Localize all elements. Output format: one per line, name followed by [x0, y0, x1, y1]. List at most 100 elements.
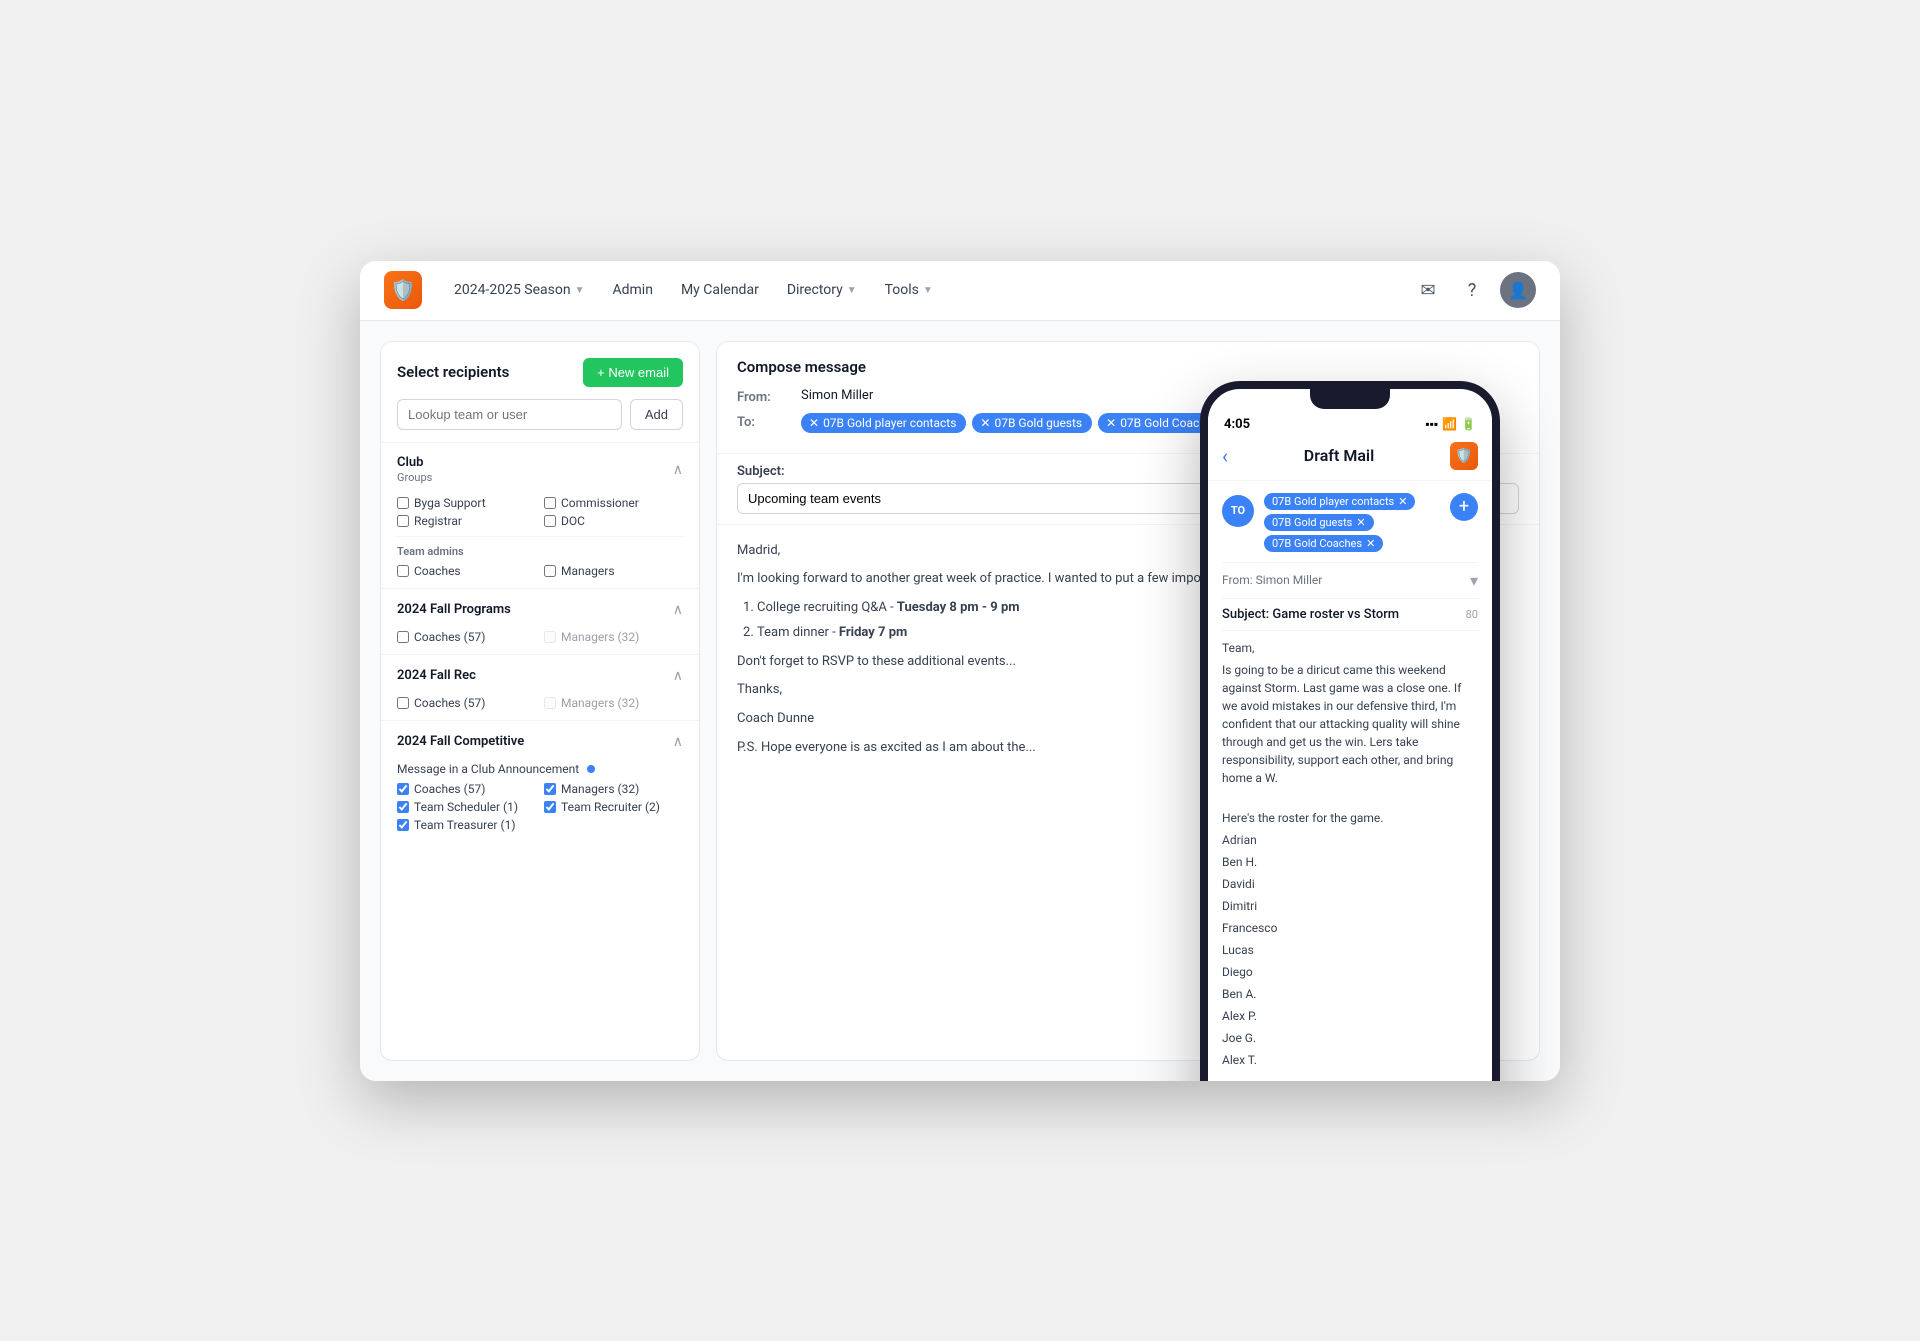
panel-header: Select recipients + New email	[381, 342, 699, 399]
fall-programs-header[interactable]: 2024 Fall Programs ∧	[381, 589, 699, 626]
directory-chevron-icon: ▼	[847, 285, 857, 296]
phone-tag-x-1[interactable]: ✕	[1398, 495, 1407, 508]
fall-programs-grid: Coaches (57) Managers (32)	[397, 630, 683, 644]
nav-right: ✉ ? 👤	[1412, 272, 1536, 308]
season-chevron-icon: ▼	[575, 285, 585, 296]
club-collapse-button[interactable]: ∧	[673, 461, 683, 478]
from-value: Simon Miller	[801, 388, 873, 403]
tag-label-1: 07B Gold player contacts	[823, 416, 956, 430]
fall-programs-section: 2024 Fall Programs ∧ Coaches (57) Manage…	[381, 588, 699, 654]
phone-time: 4:05	[1224, 417, 1250, 432]
list-item[interactable]: Coaches (57)	[397, 696, 536, 710]
club-group-section: Club Groups ∧ Byga Support Commissioner	[381, 442, 699, 588]
phone-back-button[interactable]: ‹	[1222, 444, 1228, 468]
fall-rec-name: 2024 Fall Rec	[397, 668, 476, 683]
nav-links: 2024-2025 Season ▼ Admin My Calendar Dir…	[442, 276, 1392, 304]
phone-roster-joe-g: Joe G.	[1222, 1029, 1478, 1047]
list-item[interactable]: Team Recruiter (2)	[544, 800, 683, 814]
nav-tools[interactable]: Tools ▼	[873, 276, 945, 304]
club-group-content: Byga Support Commissioner Registrar DOC	[381, 492, 699, 588]
list-item[interactable]: Registrar	[397, 514, 536, 528]
help-icon-btn[interactable]: ?	[1456, 274, 1488, 306]
list-item[interactable]: DOC	[544, 514, 683, 528]
phone-roster-label: Here's the roster for the game.	[1222, 809, 1478, 827]
phone-roster-alex-p: Alex P.	[1222, 1007, 1478, 1025]
fall-competitive-header[interactable]: 2024 Fall Competitive ∧	[381, 721, 699, 758]
list-item[interactable]: Coaches (57)	[397, 630, 536, 644]
phone-to-avatar: TO	[1222, 495, 1254, 527]
phone-subject-row: Subject: Game roster vs Storm 80	[1222, 598, 1478, 630]
left-panel: Select recipients + New email Add Club G…	[380, 341, 700, 1061]
fall-competitive-content: Message in a Club Announcement Coaches (…	[381, 758, 699, 842]
new-email-button[interactable]: + New email	[583, 358, 683, 387]
list-item[interactable]: Coaches (57)	[397, 782, 536, 796]
recipient-tag-2: ✕ 07B Gold guests	[972, 413, 1092, 433]
phone-overlay: 4:05 ▪▪▪ 📶 🔋 ‹ Draft Mail 🛡️ TO 07B Gold…	[1200, 381, 1500, 1081]
fall-rec-header[interactable]: 2024 Fall Rec ∧	[381, 655, 699, 692]
fall-competitive-section: 2024 Fall Competitive ∧ Message in a Clu…	[381, 720, 699, 842]
list-item[interactable]: Commissioner	[544, 496, 683, 510]
add-button[interactable]: Add	[630, 399, 683, 430]
fall-rec-collapse[interactable]: ∧	[673, 667, 683, 684]
panel-title: Select recipients	[397, 363, 509, 381]
app-logo: 🛡️	[384, 271, 422, 309]
recipient-tag-1: ✕ 07B Gold player contacts	[801, 413, 966, 433]
list-item[interactable]: Managers	[544, 564, 683, 578]
list-item[interactable]: Managers (32)	[544, 782, 683, 796]
tag-x-2[interactable]: ✕	[980, 416, 990, 430]
list-item[interactable]: Team Treasurer (1)	[397, 818, 536, 832]
list-item[interactable]: Managers (32)	[544, 696, 683, 710]
battery-icon: 🔋	[1461, 417, 1476, 431]
nav-directory[interactable]: Directory ▼	[775, 276, 869, 304]
team-admins-label: Team admins	[397, 545, 683, 558]
phone-status-bar: 4:05 ▪▪▪ 📶 🔋	[1208, 409, 1492, 436]
list-item[interactable]: Coaches	[397, 564, 536, 578]
email-icon-btn[interactable]: ✉	[1412, 274, 1444, 306]
nav-admin[interactable]: Admin	[601, 276, 665, 304]
phone-roster-ben-a: Ben A.	[1222, 985, 1478, 1003]
phone-to-tags: 07B Gold player contacts ✕ 07B Gold gues…	[1264, 493, 1440, 552]
search-input[interactable]	[397, 399, 622, 430]
main-content: Select recipients + New email Add Club G…	[360, 321, 1560, 1081]
club-groups-grid: Byga Support Commissioner Registrar DOC	[397, 496, 683, 528]
club-group-name: Club	[397, 455, 432, 470]
fall-programs-collapse[interactable]: ∧	[673, 601, 683, 618]
tag-x-1[interactable]: ✕	[809, 416, 819, 430]
phone-roster-ben-h: Ben H.	[1222, 853, 1478, 871]
nav-calendar[interactable]: My Calendar	[669, 276, 771, 304]
user-avatar[interactable]: 👤	[1500, 272, 1536, 308]
fall-programs-content: Coaches (57) Managers (32)	[381, 626, 699, 654]
phone-roster-adrian: Adrian	[1222, 831, 1478, 849]
phone-header: ‹ Draft Mail 🛡️	[1208, 436, 1492, 481]
list-item[interactable]: Team Scheduler (1)	[397, 800, 536, 814]
tools-chevron-icon: ▼	[923, 285, 933, 296]
nav-season[interactable]: 2024-2025 Season ▼	[442, 276, 597, 304]
phone-greeting: Team,	[1222, 639, 1478, 657]
phone-char-count: 80	[1466, 608, 1478, 621]
phone-from-label: From: Simon Miller	[1222, 573, 1322, 587]
phone-tag-1: 07B Gold player contacts ✕	[1264, 493, 1415, 510]
phone-from-chevron[interactable]: ▾	[1470, 571, 1478, 590]
phone-to-section: TO 07B Gold player contacts ✕ 07B Gold g…	[1222, 493, 1478, 552]
list-item[interactable]: Managers (32)	[544, 630, 683, 644]
to-label: To:	[737, 413, 789, 430]
phone-roster-alex-t: Alex T.	[1222, 1051, 1478, 1069]
phone-add-recipient-button[interactable]: +	[1450, 493, 1478, 521]
phone-tag-x-2[interactable]: ✕	[1356, 516, 1365, 529]
tag-label-2: 07B Gold guests	[994, 416, 1082, 430]
tag-x-3[interactable]: ✕	[1106, 416, 1116, 430]
team-admins-grid: Coaches Managers	[397, 564, 683, 578]
club-group-header[interactable]: Club Groups ∧	[381, 443, 699, 492]
phone-roster-lucas: Lucas	[1222, 941, 1478, 959]
browser-window: 🛡️ 2024-2025 Season ▼ Admin My Calendar …	[360, 261, 1560, 1081]
phone-body-line1: Is going to be a diricut came this weeke…	[1222, 661, 1478, 787]
fall-rec-section: 2024 Fall Rec ∧ Coaches (57) Managers (3…	[381, 654, 699, 720]
fall-programs-name: 2024 Fall Programs	[397, 602, 511, 617]
phone-draft-title: Draft Mail	[1304, 446, 1374, 465]
club-announcement-row: Message in a Club Announcement	[397, 762, 683, 776]
club-group-sub: Groups	[397, 471, 432, 484]
fall-competitive-collapse[interactable]: ∧	[673, 733, 683, 750]
fall-competitive-name: 2024 Fall Competitive	[397, 734, 524, 749]
list-item[interactable]: Byga Support	[397, 496, 536, 510]
phone-tag-x-3[interactable]: ✕	[1366, 537, 1375, 550]
